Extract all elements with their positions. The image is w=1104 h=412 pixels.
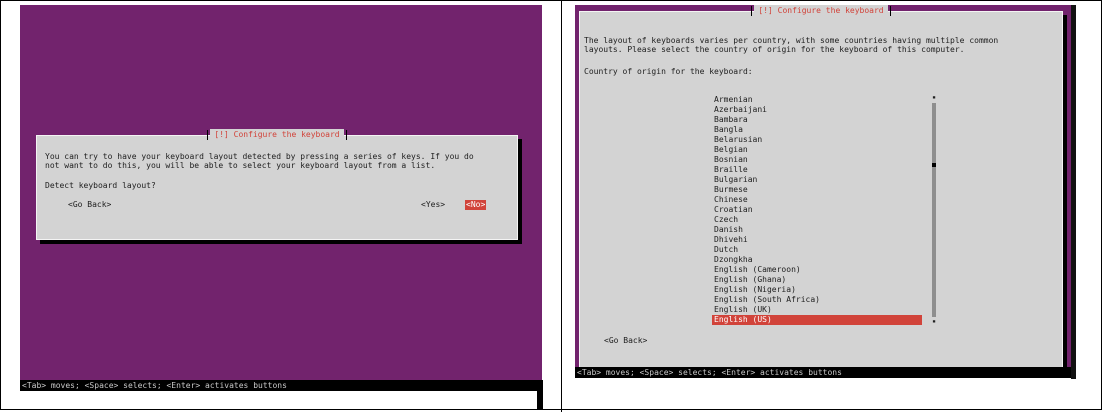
list-item[interactable]: Azerbaijani (712, 105, 922, 115)
left-installer-screen: [!] Configure the keyboard You can try t… (20, 5, 542, 391)
go-back-button[interactable]: <Go Back> (604, 336, 647, 346)
title-bracket-left-icon (207, 129, 209, 140)
panel-shadow (537, 380, 543, 410)
scroll-thumb[interactable] (932, 163, 936, 167)
list-item[interactable]: Belgian (712, 145, 922, 155)
dialog-body-line-2: not want to do this, you will be able to… (45, 161, 436, 170)
list-item[interactable]: Bangla (712, 125, 922, 135)
title-bracket-left-icon (751, 5, 753, 16)
dialog-title-bar: [!] Configure the keyboard (37, 129, 517, 141)
country-list[interactable]: Armenian Azerbaijani Bambara Bangla Belarusi… (712, 95, 922, 325)
list-item[interactable]: Dzongkha (712, 255, 922, 265)
scrollbar[interactable]: ▪ ▪ (932, 95, 936, 325)
title-bracket-right-icon (889, 5, 891, 16)
list-item[interactable]: Bambara (712, 115, 922, 125)
status-bar: <Tab> moves; <Space> selects; <Enter> ac… (20, 380, 542, 391)
scroll-down-icon[interactable]: ▪ (932, 319, 936, 325)
dialog-title: [!] Configure the keyboard (210, 129, 344, 141)
list-item[interactable]: Chinese (712, 195, 922, 205)
go-back-button[interactable]: <Go Back> (68, 200, 111, 210)
column-divider (561, 0, 562, 412)
list-item-selected[interactable]: English (US) (712, 315, 922, 325)
list-item[interactable]: Armenian (712, 95, 922, 105)
list-item[interactable]: English (South Africa) (712, 295, 922, 305)
list-item[interactable]: Dutch (712, 245, 922, 255)
scroll-track[interactable] (932, 103, 936, 317)
no-button[interactable]: <No> (465, 200, 487, 210)
list-item[interactable]: Braille (712, 165, 922, 175)
list-item[interactable]: English (Nigeria) (712, 285, 922, 295)
list-item[interactable]: English (UK) (712, 305, 922, 315)
dialog-title-bar: [!] Configure the keyboard (580, 5, 1062, 17)
dialog-title: [!] Configure the keyboard (754, 5, 888, 17)
country-select-dialog: [!] Configure the keyboard The layout of… (579, 5, 1063, 376)
list-item[interactable]: Burmese (712, 185, 922, 195)
status-bar: <Tab> moves; <Space> selects; <Enter> ac… (575, 367, 1071, 378)
list-item[interactable]: Danish (712, 225, 922, 235)
list-item[interactable]: English (Cameroon) (712, 265, 922, 275)
list-item[interactable]: Croatian (712, 205, 922, 215)
list-item[interactable]: Bulgarian (712, 175, 922, 185)
detect-question: Detect keyboard layout? (45, 181, 156, 190)
right-installer-screen: [!] Configure the keyboard The layout of… (575, 5, 1071, 378)
list-item[interactable]: English (Ghana) (712, 275, 922, 285)
yes-button[interactable]: <Yes> (421, 200, 445, 210)
detect-layout-dialog: [!] Configure the keyboard You can try t… (36, 129, 518, 240)
scroll-up-icon[interactable]: ▪ (932, 95, 936, 101)
dialog-body-line-1: The layout of keyboards varies per count… (584, 36, 999, 45)
panel-shadow (1071, 5, 1076, 379)
list-item[interactable]: Dhivehi (712, 235, 922, 245)
country-prompt: Country of origin for the keyboard: (584, 67, 753, 76)
list-item[interactable]: Czech (712, 215, 922, 225)
title-bracket-right-icon (345, 129, 347, 140)
list-item[interactable]: Bosnian (712, 155, 922, 165)
dialog-body-line-1: You can try to have your keyboard layout… (45, 152, 474, 161)
list-item[interactable]: Belarusian (712, 135, 922, 145)
dialog-body-line-2: layouts. Please select the country of or… (584, 45, 965, 54)
